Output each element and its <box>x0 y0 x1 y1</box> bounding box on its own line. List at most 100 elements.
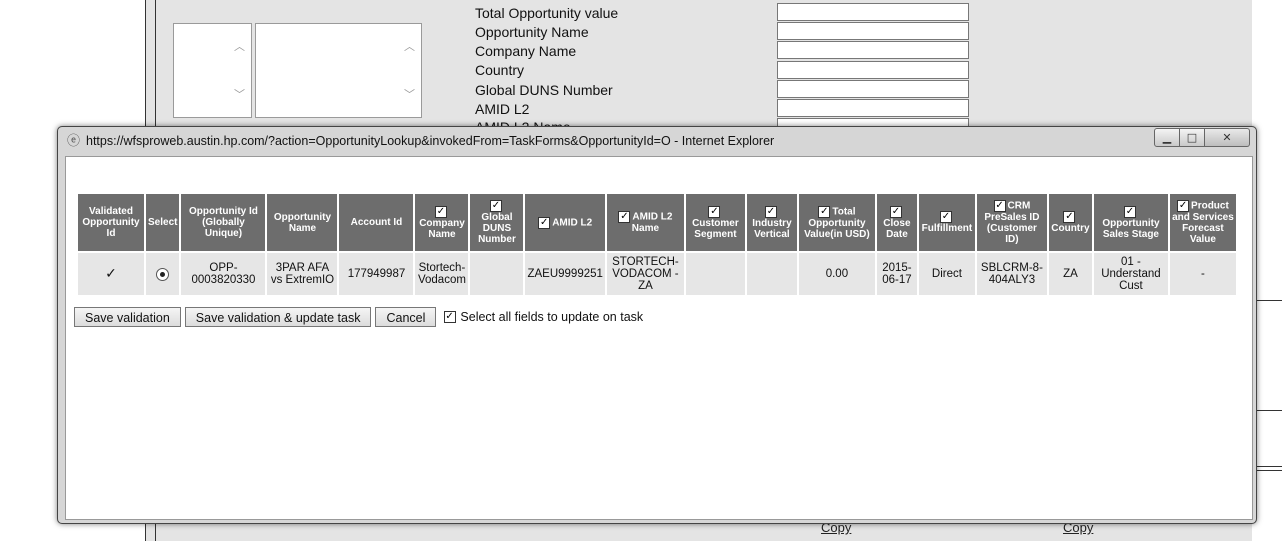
col-total-value: ✓ Total Opportunity Value(in USD) <box>798 194 875 251</box>
field-checkbox[interactable]: ✓ <box>434 205 447 218</box>
field-checkbox[interactable]: ✓ <box>818 205 831 218</box>
header-label: Fulfillment <box>921 223 973 234</box>
field-checkbox[interactable]: ✓ <box>708 205 721 218</box>
cell-close-date: 2015-06-17 <box>876 253 917 295</box>
bg-field-amid-l2[interactable] <box>777 99 969 117</box>
header-label: Country <box>1051 223 1090 234</box>
header-label: Opportunity Name <box>273 211 332 234</box>
table-header-row: Validated Opportunity Id Select Opportun… <box>78 194 1236 251</box>
cell-fulfillment: Direct <box>918 253 975 295</box>
field-checkbox[interactable]: ✓ <box>1123 205 1136 218</box>
col-amid-l2: ✓ AMID L2 <box>525 194 605 251</box>
background-listbox[interactable]: ︿ ﹀ <box>255 23 422 118</box>
background-listbox[interactable]: ︿ ﹀ <box>173 23 252 118</box>
bg-field-country[interactable] <box>777 61 969 79</box>
field-checkbox[interactable]: ✓ <box>939 211 952 223</box>
save-update-task-button[interactable]: Save validation & update task <box>184 307 372 327</box>
cell-forecast-value: - <box>1169 253 1236 295</box>
col-select: Select <box>146 194 180 251</box>
cell-amid-l2: ZAEU9999251 <box>525 253 605 295</box>
header-label: Validated Opportunity Id <box>82 206 140 239</box>
cell-amid-l2-name: STORTECH-VODACOM - ZA <box>606 253 684 295</box>
field-checkbox[interactable]: ✓ <box>993 200 1006 212</box>
header-label: Select <box>148 217 178 228</box>
field-checkbox[interactable]: ✓ <box>889 205 902 218</box>
col-account-id: Account Id <box>339 194 414 251</box>
bg-field-company-name[interactable] <box>777 41 969 59</box>
cell-sales-stage: 01 - Understand Cust <box>1093 253 1168 295</box>
cell-global-duns <box>470 253 524 295</box>
col-customer-segment: ✓ Customer Segment <box>685 194 745 251</box>
cell-account-id: 177949987 <box>339 253 414 295</box>
cancel-button[interactable]: Cancel <box>375 307 437 327</box>
cell-country: ZA <box>1048 253 1092 295</box>
col-opportunity-id: Opportunity Id (Globally Unique) <box>181 194 266 251</box>
table-row[interactable]: ✓ OPP-0003820330 3PAR AFA vs ExtremIO 17… <box>78 253 1236 295</box>
bg-label-country: Country <box>475 62 525 78</box>
header-label: Opportunity Sales Stage <box>1102 217 1160 240</box>
col-amid-l2-name: ✓ AMID L2 Name <box>606 194 684 251</box>
select-all-label: Select all fields to update on task <box>460 310 644 324</box>
cell-crm-presales-id: SBLCRM-8-404ALY3 <box>976 253 1047 295</box>
scroll-down-icon[interactable]: ﹀ <box>404 86 415 102</box>
window-titlebar[interactable]: ⓔ https://wfsproweb.austin.hp.com/?actio… <box>58 127 1256 155</box>
scroll-up-icon[interactable]: ︿ <box>404 38 415 54</box>
bg-label-opportunity-name: Opportunity Name <box>475 24 589 40</box>
window-controls: ▁ □ ✕ <box>1154 128 1250 147</box>
select-all-fields[interactable]: ✓ Select all fields to update on task <box>444 310 643 324</box>
bg-field-opportunity-name[interactable] <box>777 22 969 40</box>
cell-opportunity-name: 3PAR AFA vs ExtremIO <box>267 253 338 295</box>
cell-customer-segment <box>685 253 745 295</box>
cell-total-value: 0.00 <box>798 253 875 295</box>
col-forecast-value: ✓ Product and Services Forecast Value <box>1169 194 1236 251</box>
field-checkbox[interactable]: ✓ <box>618 211 631 223</box>
header-label: Customer Segment <box>692 217 739 240</box>
field-checkbox[interactable]: ✓ <box>1063 211 1076 223</box>
scroll-up-icon[interactable]: ︿ <box>234 38 245 54</box>
header-label: Close Date <box>883 217 911 240</box>
header-label: Industry Vertical <box>752 217 792 240</box>
header-label: Total Opportunity Value(in USD) <box>804 206 870 240</box>
close-button[interactable]: ✕ <box>1205 128 1250 147</box>
maximize-button[interactable]: □ <box>1180 128 1205 147</box>
col-opportunity-name: Opportunity Name <box>267 194 338 251</box>
cell-industry-vertical <box>746 253 797 295</box>
header-label: Global DUNS Number <box>478 212 516 245</box>
select-radio[interactable] <box>156 267 170 281</box>
validated-check-icon: ✓ <box>105 265 117 282</box>
action-bar: Save validation Save validation & update… <box>74 307 643 327</box>
field-checkbox[interactable]: ✓ <box>538 216 551 229</box>
field-checkbox[interactable]: ✓ <box>1177 200 1190 212</box>
select-all-checkbox[interactable]: ✓ <box>444 311 457 323</box>
col-crm-presales-id: ✓ CRM PreSales ID (Customer ID) <box>976 194 1047 251</box>
bg-label-total-value: Total Opportunity value <box>475 5 619 21</box>
window-content: Validated Opportunity Id Select Opportun… <box>65 156 1253 520</box>
opportunity-table: Validated Opportunity Id Select Opportun… <box>76 192 1238 297</box>
col-industry-vertical: ✓ Industry Vertical <box>746 194 797 251</box>
col-validated-opportunity-id: Validated Opportunity Id <box>78 194 144 251</box>
header-label: Company Name <box>419 217 465 240</box>
cell-validated: ✓ <box>78 253 144 295</box>
col-global-duns: ✓ Global DUNS Number <box>470 194 524 251</box>
header-label: Opportunity Id (Globally Unique) <box>189 206 258 239</box>
bg-field-total-value[interactable] <box>777 3 969 21</box>
col-country: ✓ Country <box>1048 194 1092 251</box>
save-validation-button[interactable]: Save validation <box>74 307 181 327</box>
field-checkbox[interactable]: ✓ <box>764 205 777 218</box>
field-checkbox[interactable]: ✓ <box>489 200 502 212</box>
header-label: AMID L2 Name <box>631 211 673 234</box>
scroll-down-icon[interactable]: ﹀ <box>234 86 245 102</box>
cell-opportunity-id: OPP-0003820330 <box>181 253 266 295</box>
bg-label-duns: Global DUNS Number <box>475 82 613 98</box>
col-fulfillment: ✓ Fulfillment <box>918 194 975 251</box>
ie-icon: ⓔ <box>66 134 80 149</box>
bg-label-company-name: Company Name <box>475 43 577 59</box>
minimize-button[interactable]: ▁ <box>1154 128 1180 147</box>
col-close-date: ✓ Close Date <box>876 194 917 251</box>
lookup-popup-window: ⓔ https://wfsproweb.austin.hp.com/?actio… <box>57 126 1257 524</box>
bg-field-duns[interactable] <box>777 80 969 98</box>
cell-company-name: Stortech-Vodacom <box>415 253 469 295</box>
bg-label-amid-l2: AMID L2 <box>475 101 530 117</box>
cell-select[interactable] <box>146 253 180 295</box>
header-label: AMID L2 <box>552 217 593 229</box>
